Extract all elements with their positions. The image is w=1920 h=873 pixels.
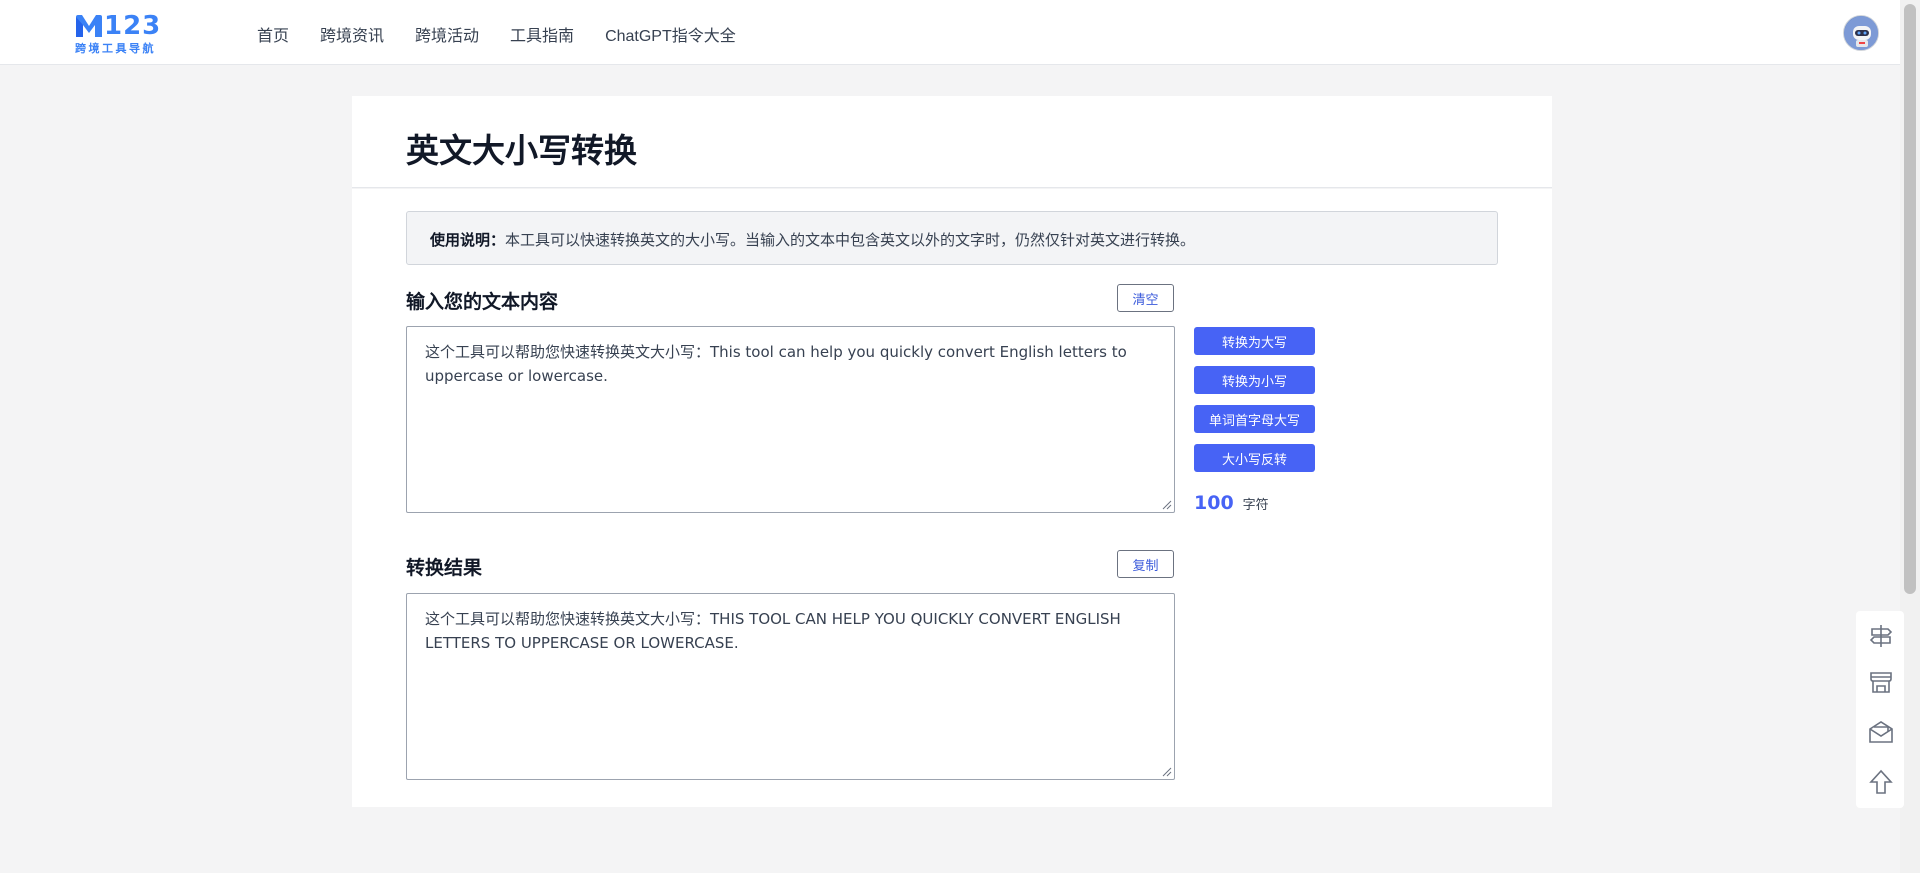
tool-card-header: 英文大小写转换: [352, 96, 1552, 188]
char-count-unit: 字符: [1242, 498, 1269, 513]
clear-button[interactable]: 清空: [1117, 284, 1174, 312]
nav-chatgpt-prompts[interactable]: ChatGPT指令大全: [605, 22, 736, 46]
top-header: 123 跨境工具导航 首页 跨境资讯 跨境活动 工具指南 ChatGPT指令大全: [0, 0, 1900, 65]
page-title: 英文大小写转换: [406, 131, 637, 170]
nav-events[interactable]: 跨境活动: [415, 22, 479, 46]
input-textarea[interactable]: 这个工具可以帮助您快速转换英文大小写：This tool can help yo…: [406, 326, 1175, 513]
input-text: 这个工具可以帮助您快速转换英文大小写：This tool can help yo…: [425, 343, 1127, 385]
notice-label: 使用说明：: [430, 231, 506, 249]
output-section-title: 转换结果: [406, 557, 483, 579]
store-icon[interactable]: [1868, 669, 1894, 695]
output-textarea[interactable]: 这个工具可以帮助您快速转换英文大小写：THIS TOOL CAN HELP YO…: [406, 593, 1175, 780]
logo-m-icon: [76, 15, 102, 37]
arrow-up-icon[interactable]: [1868, 769, 1894, 795]
logo-mark: 123: [75, 11, 165, 41]
logo-subtitle: 跨境工具导航: [75, 42, 156, 55]
char-count-value: 100: [1194, 492, 1234, 514]
notice-text: 本工具可以快速转换英文的大小写。当输入的文本中包含英文以外的文字时，仍然仅针对英…: [505, 231, 1196, 249]
nav-tool-guide[interactable]: 工具指南: [510, 22, 574, 46]
avatar-robot-icon: [1844, 16, 1878, 50]
resize-grip-icon[interactable]: [1162, 500, 1172, 510]
user-avatar[interactable]: [1843, 15, 1879, 51]
copy-button[interactable]: 复制: [1117, 550, 1174, 578]
input-section-title: 输入您的文本内容: [406, 291, 559, 313]
tool-card-body: 使用说明：本工具可以快速转换英文的大小写。当输入的文本中包含英文以外的文字时，仍…: [352, 189, 1552, 807]
char-counter: 100 字符: [1194, 492, 1269, 514]
logo-text: 123: [104, 11, 162, 41]
signpost-icon[interactable]: [1868, 623, 1894, 649]
title-case-button[interactable]: 单词首字母大写: [1194, 405, 1315, 433]
nav-home[interactable]: 首页: [257, 22, 289, 46]
main-nav: 首页 跨境资讯 跨境活动 工具指南 ChatGPT指令大全: [257, 22, 767, 46]
floating-side-toolbar: [1856, 611, 1904, 808]
resize-grip-icon[interactable]: [1162, 767, 1172, 777]
invert-case-button[interactable]: 大小写反转: [1194, 444, 1315, 472]
site-logo[interactable]: 123 跨境工具导航: [75, 11, 165, 55]
nav-news[interactable]: 跨境资讯: [320, 22, 384, 46]
to-uppercase-button[interactable]: 转换为大写: [1194, 327, 1315, 355]
scrollbar-thumb[interactable]: [1904, 4, 1916, 594]
mail-open-icon[interactable]: [1868, 719, 1894, 745]
to-lowercase-button[interactable]: 转换为小写: [1194, 366, 1315, 394]
usage-notice: 使用说明：本工具可以快速转换英文的大小写。当输入的文本中包含英文以外的文字时，仍…: [406, 211, 1498, 265]
output-text: 这个工具可以帮助您快速转换英文大小写：THIS TOOL CAN HELP YO…: [425, 610, 1121, 652]
